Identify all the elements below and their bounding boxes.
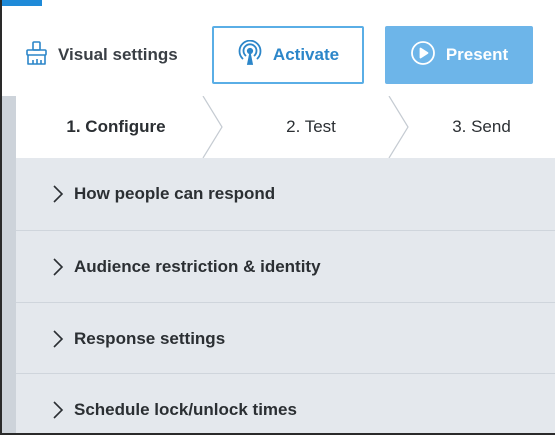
- visual-settings-label: Visual settings: [58, 45, 178, 64]
- section-label: How people can respond: [74, 184, 276, 203]
- activate-button[interactable]: Activate: [212, 26, 364, 84]
- section-schedule-lock-unlock[interactable]: Schedule lock/unlock times: [16, 373, 555, 433]
- tab-send[interactable]: 3. Send: [406, 96, 555, 158]
- chevron-right-icon: [53, 185, 64, 203]
- tab-test[interactable]: 2. Test: [216, 96, 406, 158]
- paint-brush-icon: [24, 40, 50, 71]
- activate-label: Activate: [272, 45, 340, 64]
- section-label: Schedule lock/unlock times: [74, 399, 297, 419]
- visual-settings-button[interactable]: Visual settings: [24, 40, 178, 70]
- present-label: Present: [445, 45, 509, 64]
- settings-accordion: How people can respond Audience restrict…: [16, 158, 555, 433]
- play-circle-icon: [410, 40, 436, 71]
- left-rail: [2, 96, 16, 433]
- section-response-settings[interactable]: Response settings: [16, 302, 555, 374]
- toolbar: Visual settings Activate Present: [2, 8, 555, 96]
- step-tabs: 1. Configure 2. Test 3. Send: [16, 96, 555, 158]
- top-accent-bar: [2, 0, 42, 6]
- present-button[interactable]: Present: [385, 26, 533, 84]
- chevron-right-icon: [53, 400, 64, 419]
- tab-configure[interactable]: 1. Configure: [16, 96, 216, 158]
- section-label: Audience restriction & identity: [74, 256, 321, 276]
- section-label: Response settings: [74, 328, 226, 348]
- chevron-right-icon: [53, 257, 64, 276]
- section-audience-restriction[interactable]: Audience restriction & identity: [16, 230, 555, 302]
- app-frame: Visual settings Activate Present 1. Conf…: [0, 0, 555, 435]
- section-how-people-can-respond[interactable]: How people can respond: [16, 158, 555, 230]
- chevron-right-icon: [53, 329, 64, 348]
- broadcast-icon: [237, 39, 263, 71]
